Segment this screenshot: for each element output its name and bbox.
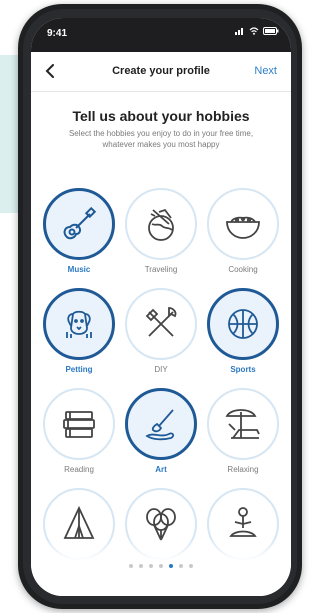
hobby-circle xyxy=(43,188,115,260)
guitar-icon xyxy=(63,206,97,240)
hobby-art[interactable]: Art xyxy=(121,388,201,474)
page-dot[interactable] xyxy=(129,564,133,568)
dog-icon xyxy=(66,310,92,338)
hobbies-subtitle: Select the hobbies you enjoy to do in yo… xyxy=(68,129,254,149)
hobby-circle xyxy=(125,388,197,460)
hobby-label: Petting xyxy=(65,365,93,374)
page-indicator xyxy=(31,564,291,568)
hobby-reading[interactable]: Reading xyxy=(39,388,119,474)
hobby-circle xyxy=(43,288,115,360)
hobby-music[interactable]: Music xyxy=(39,188,119,274)
hobby-traveling[interactable]: Traveling xyxy=(121,188,201,274)
status-time: 9:41 xyxy=(47,28,68,39)
hobby-cooking[interactable]: Cooking xyxy=(203,188,283,274)
page-dot[interactable] xyxy=(179,564,183,568)
hobby-label: Traveling xyxy=(144,265,178,274)
basketball-icon xyxy=(228,309,258,339)
hobby-label: Art xyxy=(155,465,167,474)
page-title: Create your profile xyxy=(112,65,210,77)
hobby-label: Relaxing xyxy=(227,465,259,474)
hobby-label: DIY xyxy=(154,365,168,374)
hobby-circle xyxy=(207,188,279,260)
hobby-label: Reading xyxy=(64,465,94,474)
hobby-circle xyxy=(207,388,279,460)
hobby-petting[interactable]: Petting xyxy=(39,288,119,374)
hobby-circle xyxy=(125,188,197,260)
page-dot[interactable] xyxy=(159,564,163,568)
paintbrush-icon xyxy=(145,409,175,441)
hobby-circle xyxy=(43,388,115,460)
page-dot[interactable] xyxy=(149,564,153,568)
signal-icon xyxy=(235,28,243,35)
hobby-label: Sports xyxy=(230,365,256,374)
beach-chair-icon xyxy=(225,409,260,439)
status-icons xyxy=(235,27,279,35)
hobby-label: Music xyxy=(67,265,91,274)
bowl-icon xyxy=(226,216,260,239)
app-screen: 9:41 Create your profile Next Tell us ab… xyxy=(31,18,291,596)
hobby-sports[interactable]: Sports xyxy=(203,288,283,374)
hobby-label: Cooking xyxy=(228,265,258,274)
page-dot[interactable] xyxy=(189,564,193,568)
books-icon xyxy=(63,411,95,438)
wifi-icon xyxy=(249,27,259,35)
hobby-circle xyxy=(125,288,197,360)
status-bar: 9:41 xyxy=(31,18,291,52)
hobby-circle xyxy=(207,288,279,360)
page-dot[interactable] xyxy=(139,564,143,568)
next-button[interactable]: Next xyxy=(254,65,277,77)
hobbies-heading: Tell us about your hobbies xyxy=(72,108,250,124)
page-dot[interactable] xyxy=(169,564,173,568)
navigation-header: Create your profile Next xyxy=(31,52,291,92)
tools-icon xyxy=(145,307,177,337)
hobby-diy[interactable]: DIY xyxy=(121,288,201,374)
hobby-relaxing[interactable]: Relaxing xyxy=(203,388,283,474)
battery-icon xyxy=(263,27,279,35)
airplane-globe-icon xyxy=(148,208,174,241)
